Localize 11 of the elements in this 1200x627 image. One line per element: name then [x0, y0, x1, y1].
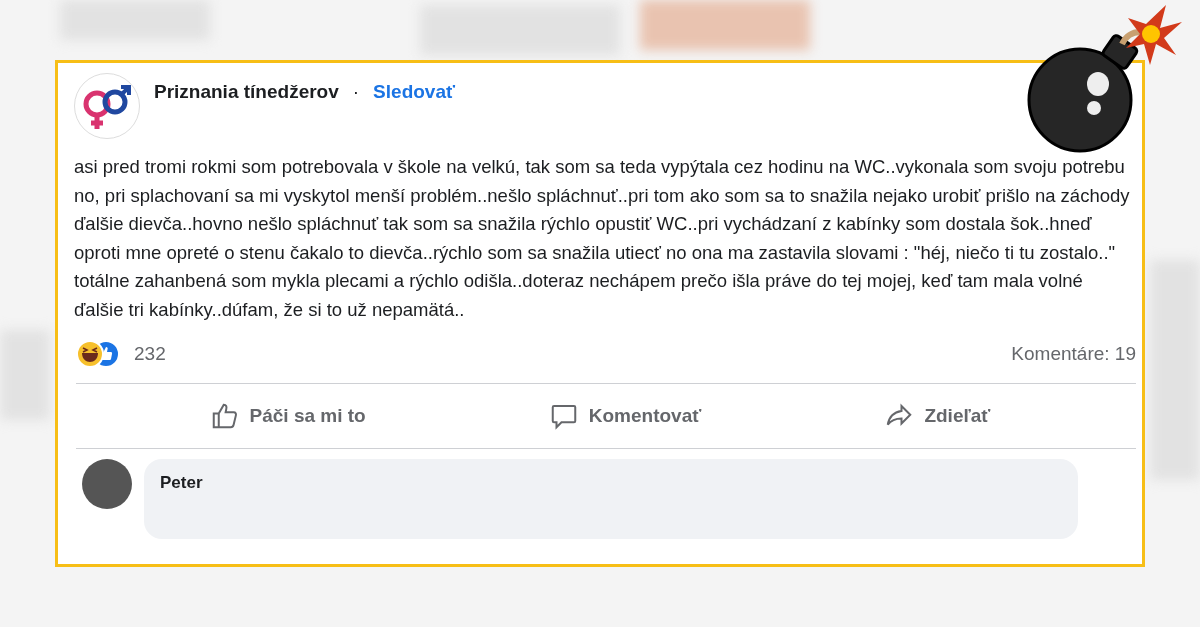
comments-count[interactable]: Komentáre: 19: [1011, 342, 1136, 365]
comment-button[interactable]: Komentovať: [538, 394, 712, 437]
comment-author[interactable]: Peter: [160, 472, 203, 492]
share-button[interactable]: Zdieľať: [874, 394, 1001, 437]
page-name[interactable]: Priznania tínedžerov: [154, 81, 339, 103]
reaction-count[interactable]: 232: [134, 342, 166, 365]
post-text: asi pred tromi rokmi som potrebovala v škole na velkú, tak som sa teda vypýtala cez hodinu na WC..vykonala som svoju potrebu no, pri splachovaní sa mi vyskytol menší problém..nešlo spláchnuť..pri tom ako som sa to snažila nejako urobiť prišlo na záchody ďalšie dievča..hovno nešlo spláchnuť tak som sa snažila rýchlo opustiť WC..pri vychádzaní z kabínky som dostala šok..hneď oproti mne opreté o stenu čakalo to dievča..rýchlo som sa snažila utiecť no ona ma zastavila slovami : "héj, niečo ti tu zostalo.." totálne zahanbená som mykla plecami a rýchlo odišla..doteraz nechápem prečo išla práve do tej mojej, keď tam mala volné ďalšie tri kabínky..dúfam, že si to už nepamätá..: [74, 155, 1131, 322]
separator: ·: [352, 81, 360, 103]
follow-link[interactable]: Sledovať: [373, 81, 456, 103]
avatar: [82, 458, 132, 509]
like-button[interactable]: Páči sa mi to: [199, 394, 376, 437]
